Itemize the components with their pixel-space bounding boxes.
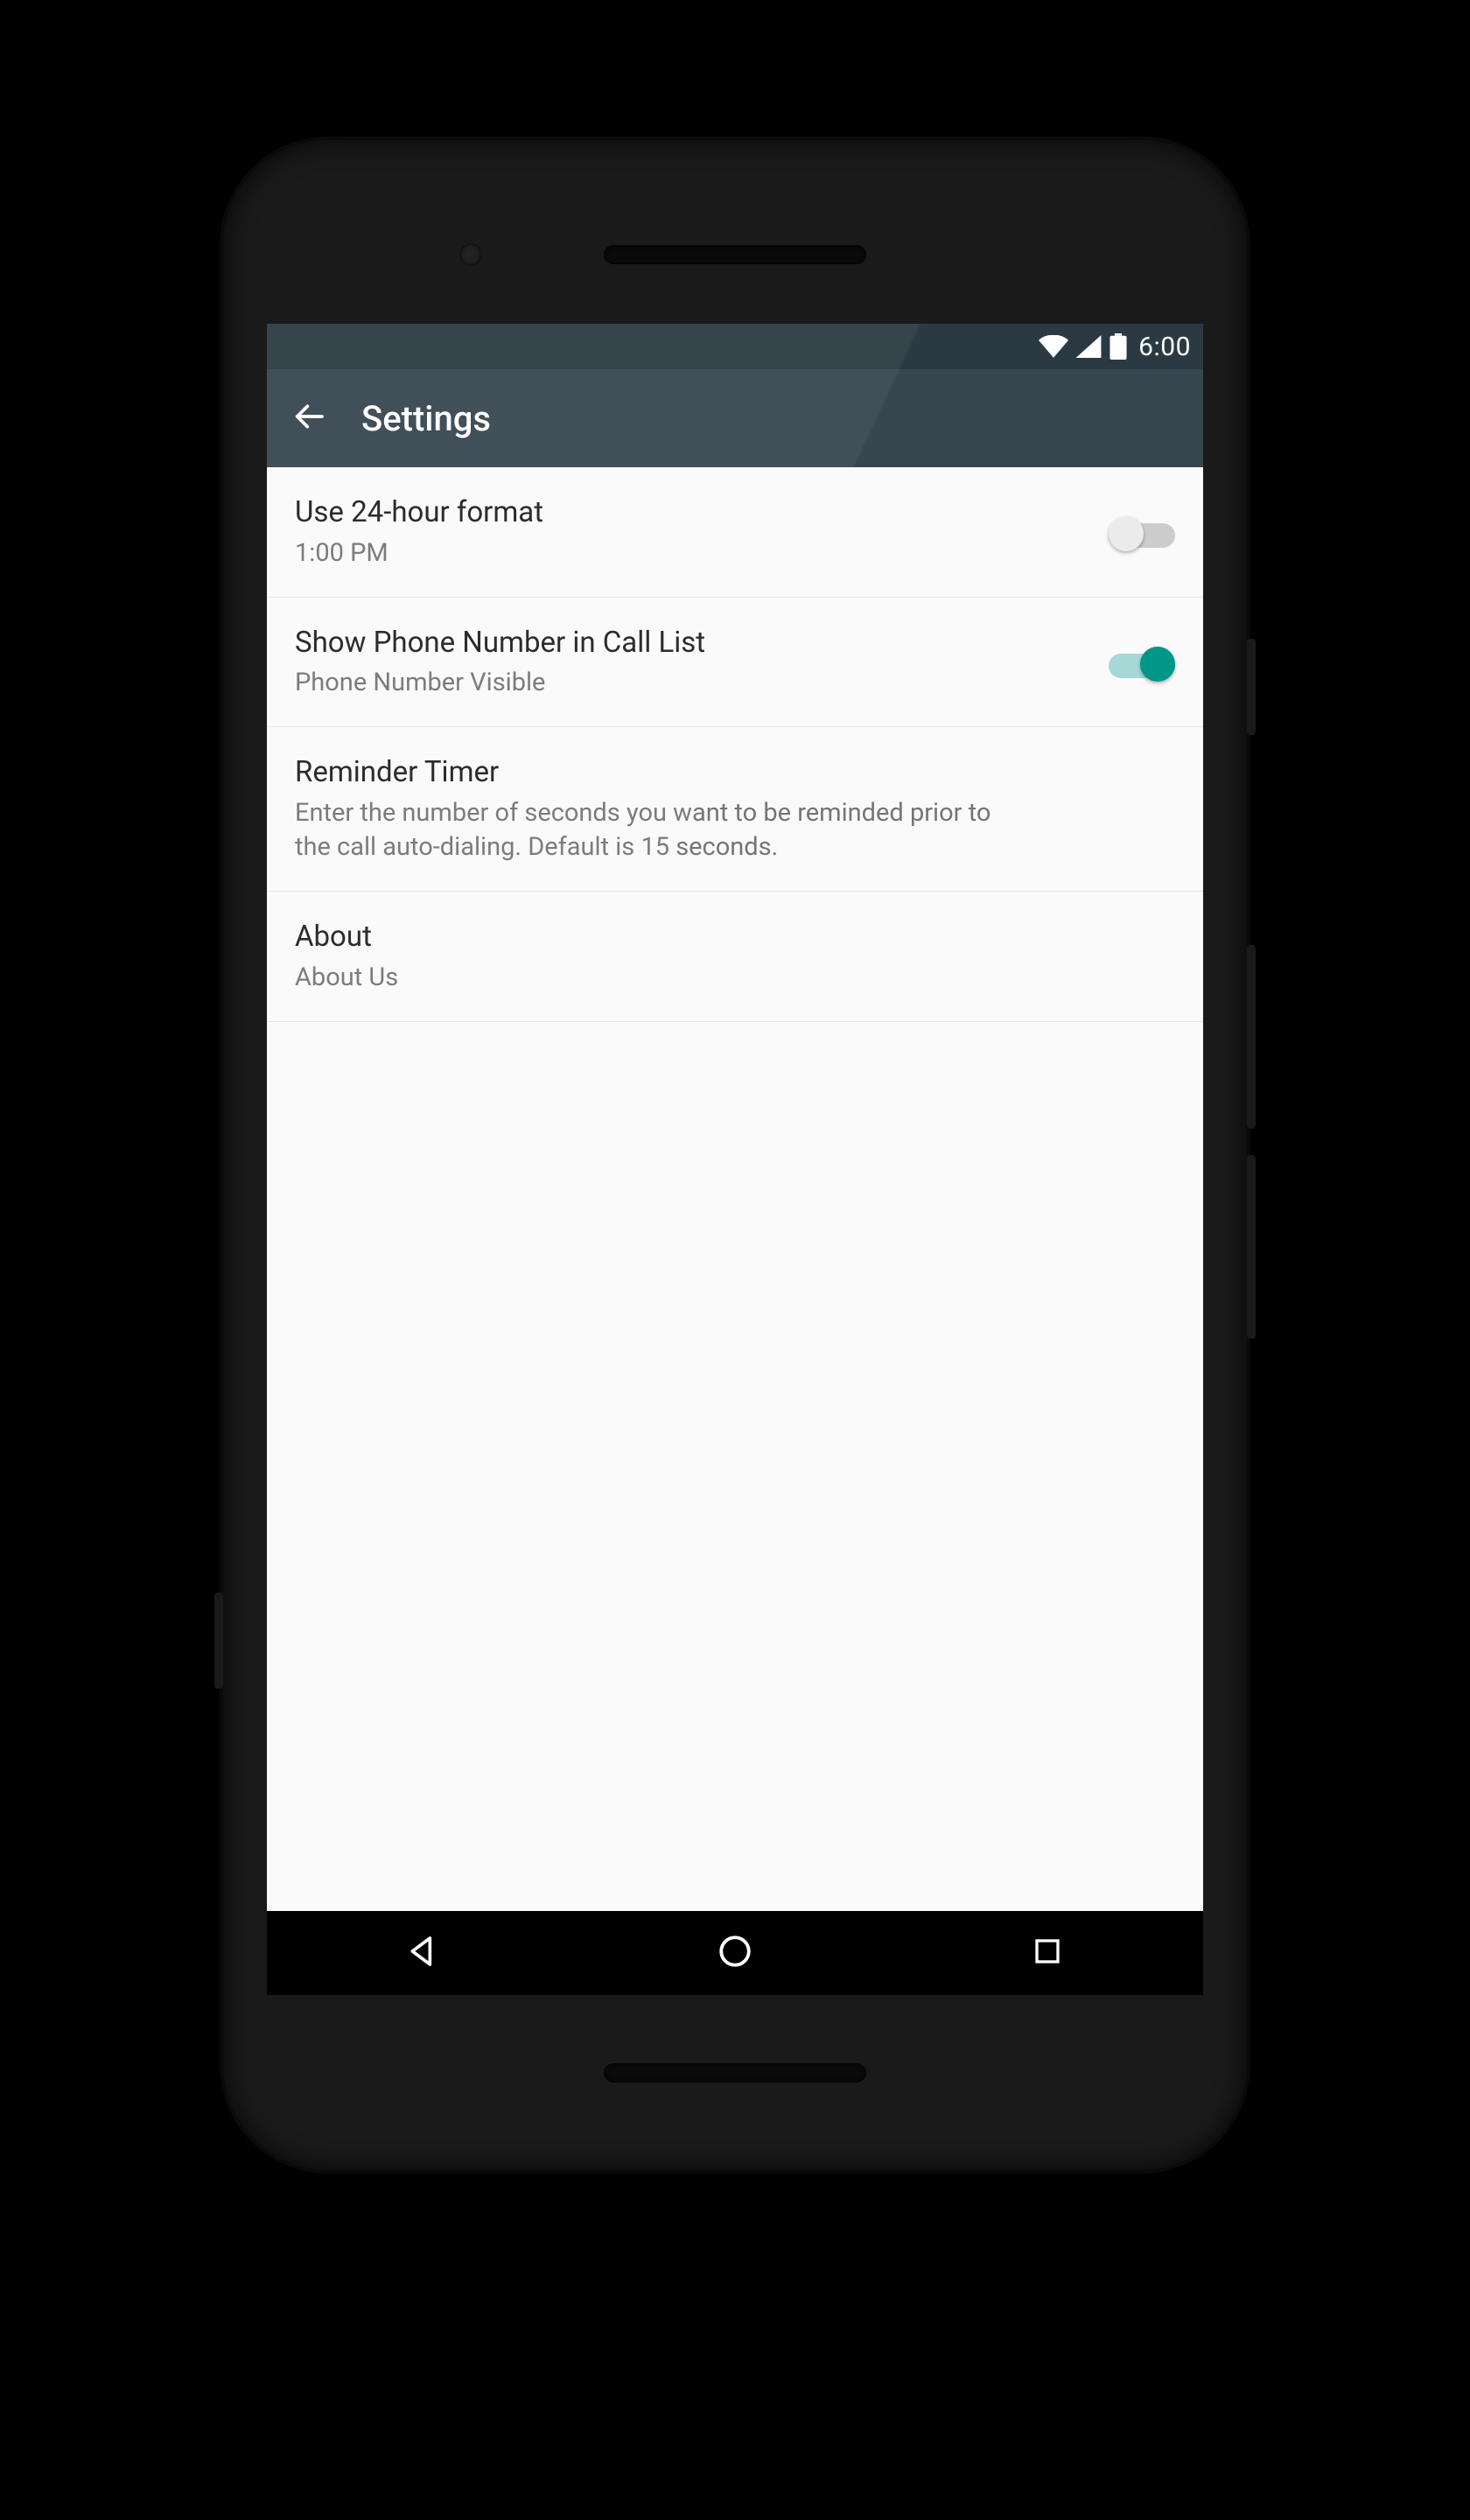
triangle-back-icon [405,1934,440,1972]
toggle-show-phone-number[interactable] [1109,645,1175,680]
setting-subtitle: About Us [295,961,1175,995]
setting-subtitle: Enter the number of seconds you want to … [295,796,1012,864]
toggle-24-hour-format[interactable] [1109,514,1175,550]
side-button [1247,1155,1256,1339]
side-button [1247,639,1256,735]
wifi-icon [1039,335,1068,358]
setting-about[interactable]: About About Us [267,892,1203,1022]
square-recent-icon [1032,1936,1063,1970]
circle-home-icon [717,1933,753,1973]
bottom-speaker [604,2063,866,2082]
nav-recent-button[interactable] [995,1927,1100,1979]
setting-subtitle: Phone Number Visible [295,666,1109,700]
arrow-left-icon [291,399,326,438]
earpiece-speaker [604,245,866,264]
status-time: 6:00 [1138,332,1191,362]
page-title: Settings [361,398,491,439]
setting-subtitle: 1:00 PM [295,536,1109,570]
nav-back-button[interactable] [370,1927,475,1979]
setting-title: Reminder Timer [295,753,1175,793]
setting-title: About [295,918,1175,957]
battery-icon [1109,333,1128,360]
back-button[interactable] [288,397,330,439]
nav-bar [267,1911,1203,1995]
setting-24-hour-format[interactable]: Use 24-hour format 1:00 PM [267,467,1203,598]
status-bar: 6:00 [267,324,1203,369]
screen: 6:00 Settings Use 24-hour format 1:00 PM [267,324,1203,1995]
side-button [214,1592,223,1689]
phone-frame: 6:00 Settings Use 24-hour format 1:00 PM [223,140,1247,2170]
nav-home-button[interactable] [682,1927,788,1979]
setting-show-phone-number[interactable]: Show Phone Number in Call List Phone Num… [267,598,1203,728]
app-bar: Settings [267,369,1203,467]
front-camera [459,243,482,266]
settings-list: Use 24-hour format 1:00 PM Show Phone Nu… [267,467,1203,1911]
cellular-icon [1075,335,1102,358]
side-button [1247,945,1256,1129]
setting-reminder-timer[interactable]: Reminder Timer Enter the number of secon… [267,727,1203,892]
setting-title: Use 24-hour format [295,494,1109,533]
setting-title: Show Phone Number in Call List [295,624,1109,663]
